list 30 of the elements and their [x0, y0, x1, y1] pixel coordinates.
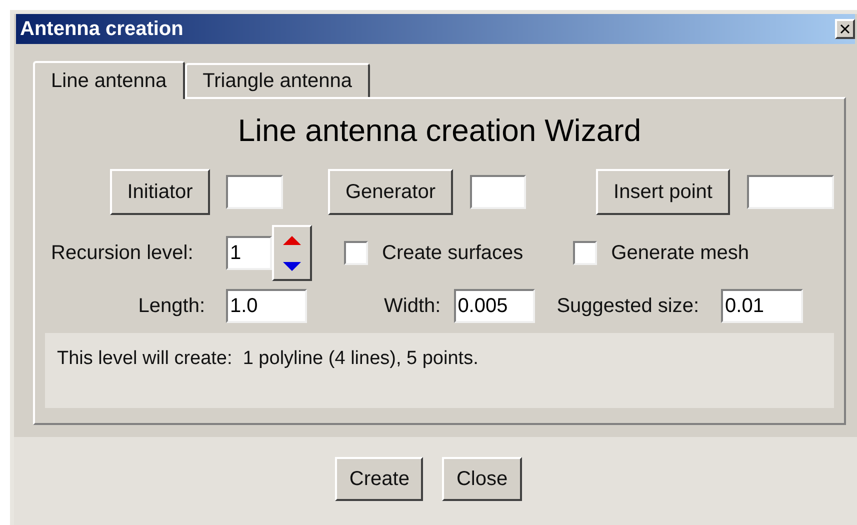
text-field[interactable]: 1 [226, 236, 272, 270]
text-field[interactable]: 0.005 [454, 289, 535, 323]
spin-buttons[interactable] [272, 225, 312, 281]
dialog-button[interactable]: Close [442, 457, 522, 501]
down-arrow-icon [283, 262, 301, 270]
text-field[interactable] [470, 175, 526, 209]
generator-button[interactable]: Generator [328, 169, 453, 215]
checkbox[interactable] [344, 241, 368, 265]
wizard-heading: Line antenna creation Wizard [236, 112, 642, 150]
text-field[interactable]: 1.0 [226, 289, 307, 323]
up-arrow-icon [283, 236, 301, 244]
window-title: Antenna creation [20, 17, 184, 42]
text-field[interactable]: 0.01 [721, 289, 804, 323]
info-text: This level will create: 1 polyline (4 lines), 5 points. [57, 348, 478, 369]
close-button[interactable] [835, 19, 855, 39]
initiator-button[interactable]: Initiator [110, 169, 210, 215]
field-label: Width: [384, 294, 441, 319]
tab[interactable]: Line antenna [33, 61, 185, 99]
checkbox-label: Generate mesh [611, 241, 750, 266]
dialog-button[interactable]: Create [335, 457, 424, 501]
text-field[interactable] [747, 175, 834, 209]
checkbox[interactable] [573, 241, 598, 265]
checkbox-label: Create surfaces [382, 241, 524, 266]
field-label: Length: [137, 294, 205, 319]
tab[interactable]: Triangle antenna [184, 63, 370, 97]
field-label: Suggested size: [556, 294, 700, 319]
text-field[interactable] [226, 175, 283, 209]
recursion-label: Recursion level: [51, 241, 194, 266]
close-icon [840, 24, 850, 34]
insert-point-button[interactable]: Insert point [596, 169, 730, 215]
